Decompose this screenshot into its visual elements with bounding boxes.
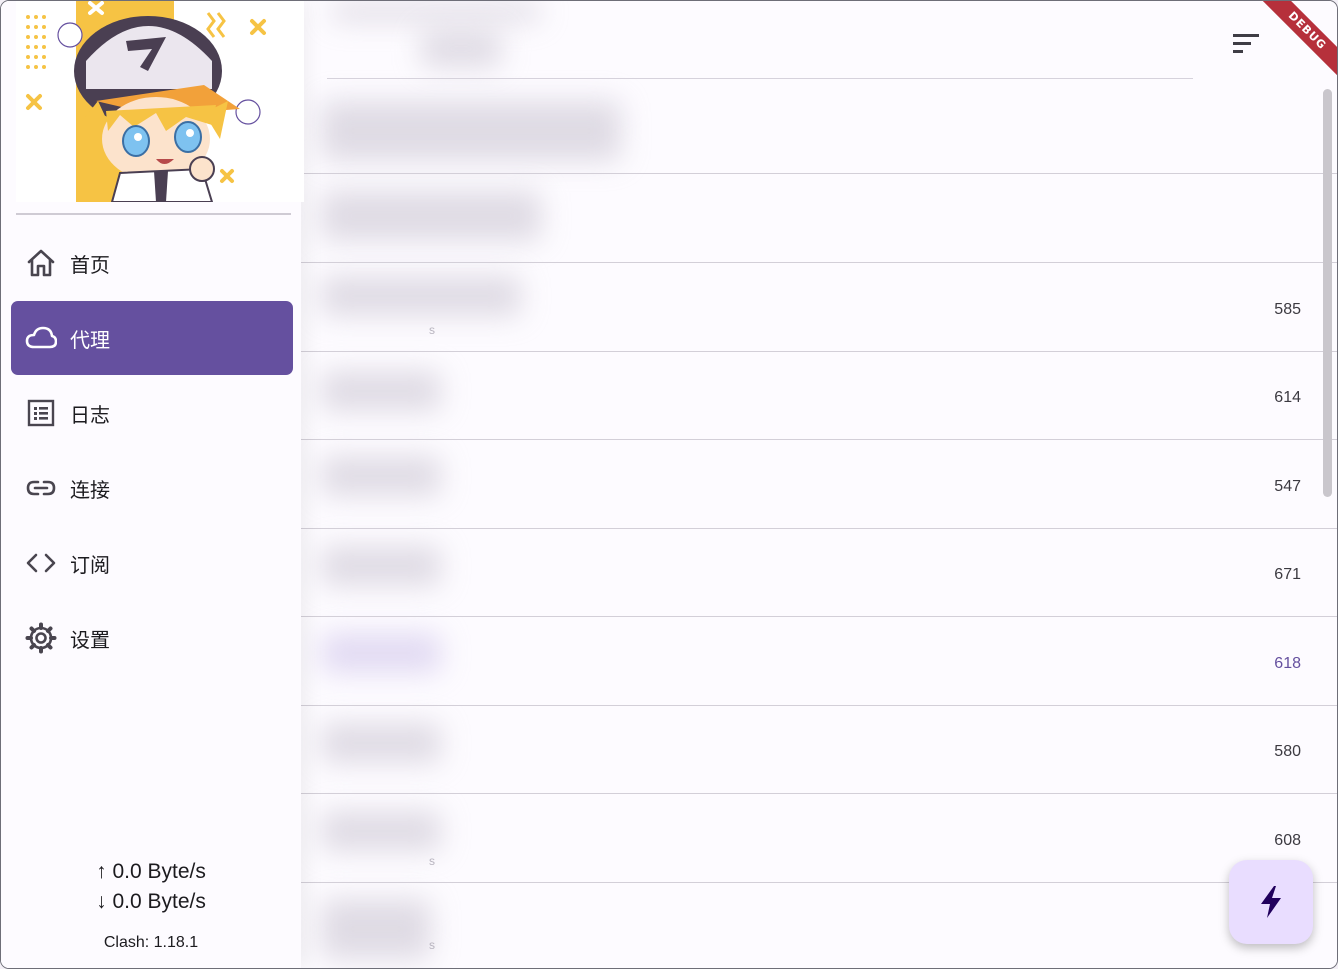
nav-item-logs[interactable]: 日志: [11, 376, 293, 450]
link-icon: [26, 480, 56, 496]
tabbar-divider: [327, 78, 1193, 79]
proxy-delay: 547: [1274, 478, 1301, 495]
nav-label: 代理: [70, 327, 110, 352]
proxy-row[interactable]: 614: [301, 351, 1337, 440]
nav-item-proxy[interactable]: 代理: [11, 301, 293, 375]
drawer-divider: [16, 213, 291, 215]
nav-item-home[interactable]: 首页: [11, 226, 293, 300]
navigation-drawer: 首页 代理 日志 连接 订阅 设置 ↑ 0.0 Byte/s ↓ 0.0 Byt…: [1, 1, 304, 968]
proxy-delay: 614: [1274, 389, 1301, 406]
nav-label: 订阅: [70, 552, 110, 577]
proxy-delay: 585: [1274, 301, 1301, 318]
proxy-delay: 618: [1274, 655, 1301, 672]
proxy-row-selected[interactable]: 618: [301, 617, 1337, 706]
proxy-row[interactable]: 671: [301, 528, 1337, 617]
blurred-tab: [421, 31, 501, 67]
list-icon: [27, 399, 55, 427]
ghost-text: s: [429, 854, 435, 868]
proxy-row[interactable]: 547: [301, 440, 1337, 529]
proxy-row[interactable]: s 585: [301, 263, 1337, 352]
nav-item-subscriptions[interactable]: 订阅: [11, 526, 293, 600]
cloud-icon: [25, 326, 57, 349]
proxy-delay: 580: [1274, 743, 1301, 760]
proxy-row[interactable]: s: [301, 882, 1337, 968]
proxy-row[interactable]: s 608: [301, 794, 1337, 883]
upload-speed: ↑ 0.0 Byte/s: [96, 860, 206, 883]
code-icon: [26, 553, 56, 573]
proxy-row[interactable]: [301, 174, 1337, 263]
sort-icon[interactable]: [1227, 29, 1261, 59]
nav-label: 设置: [70, 627, 110, 652]
ghost-text: s: [429, 323, 435, 337]
nav-item-settings[interactable]: 设置: [11, 601, 293, 675]
proxy-delay: 608: [1274, 832, 1301, 849]
nav-label: 连接: [70, 477, 110, 502]
scrollbar-thumb[interactable]: [1323, 89, 1332, 497]
gear-icon: [25, 622, 57, 654]
proxy-row[interactable]: 580: [301, 705, 1337, 794]
proxy-group-row[interactable]: [301, 85, 1337, 174]
latency-test-button[interactable]: [1229, 860, 1313, 944]
bolt-icon: [1261, 886, 1281, 918]
home-icon: [27, 249, 55, 277]
nav-item-connections[interactable]: 连接: [11, 451, 293, 525]
blurred-title: [331, 3, 541, 21]
mascot-illustration: [16, 1, 304, 202]
nav-label: 日志: [70, 402, 110, 427]
download-speed: ↓ 0.0 Byte/s: [96, 890, 206, 913]
debug-banner: DEBUG: [1251, 1, 1337, 87]
nav-label: 首页: [70, 252, 110, 277]
proxy-delay: 671: [1274, 566, 1301, 583]
ghost-text: s: [429, 938, 435, 952]
clash-version: Clash: 1.18.1: [103, 934, 199, 951]
app-window: s 585 614 547 671 618 580 s 608 s DEBUG …: [0, 0, 1338, 969]
